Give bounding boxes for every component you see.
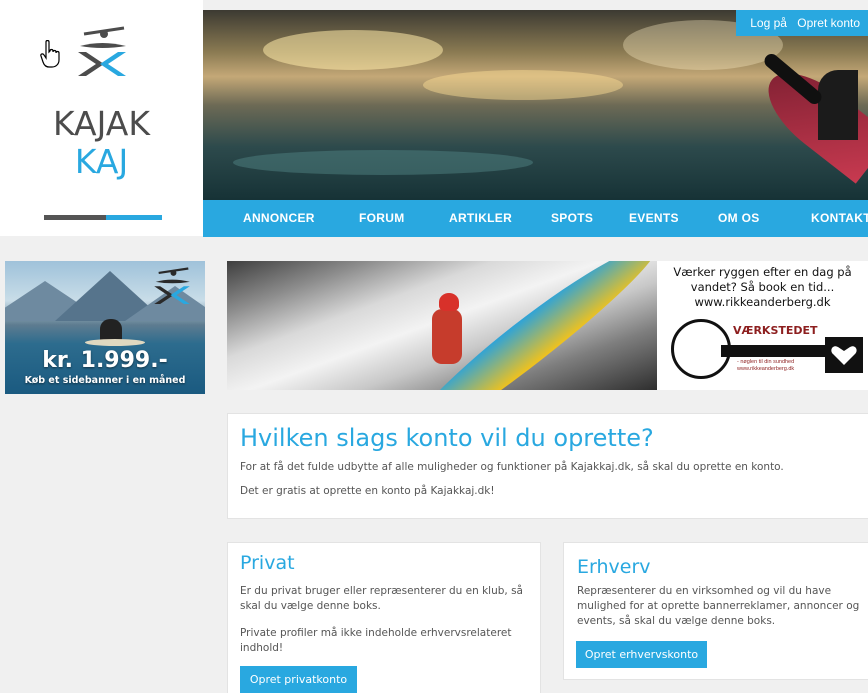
kayaker-logo-icon xyxy=(78,26,126,76)
logo-text-kaj: KAJ xyxy=(74,142,129,181)
banner-subtitle: Køb et sidebanner i en måned xyxy=(24,375,186,386)
private-note: Private profiler må ikke indeholde erhve… xyxy=(240,627,512,654)
login-link[interactable]: Log på xyxy=(750,16,787,30)
ad-brand: VÆRKSTEDET xyxy=(733,324,818,337)
nav-item-kontakt[interactable]: KONTAKT xyxy=(811,200,868,237)
nav-item-annoncer[interactable]: ANNONCER xyxy=(243,200,315,237)
intro-paragraph-1: For at få det fulde udbytte af alle muli… xyxy=(240,461,784,473)
business-description: Repræsenterer du en virksomhed og vil du… xyxy=(577,585,860,627)
business-account-card: Erhverv Repræsenterer du en virksomhed o… xyxy=(563,542,868,680)
private-description: Er du privat bruger eller repræsenterer … xyxy=(240,585,523,612)
register-link[interactable]: Opret konto xyxy=(797,16,860,30)
nav-item-om-os[interactable]: OM OS xyxy=(718,200,760,237)
kayaker-logo-icon xyxy=(154,267,190,305)
private-title: Privat xyxy=(240,552,295,574)
create-private-account-button[interactable]: Opret privatkonto xyxy=(240,666,357,693)
logo-underline-blue xyxy=(106,215,162,220)
logo-underline-dark xyxy=(44,215,106,220)
nav-item-artikler[interactable]: ARTIKLER xyxy=(449,200,512,237)
site-logo[interactable]: KAJAK KAJ xyxy=(0,0,203,236)
create-business-account-button[interactable]: Opret erhvervskonto xyxy=(576,641,707,668)
side-banner-ad[interactable]: kr. 1.999.- Køb et sidebanner i en måned xyxy=(5,261,205,394)
banner-price: kr. 1.999.- xyxy=(42,348,168,373)
business-title: Erhverv xyxy=(577,556,651,578)
account-type-intro: Hvilken slags konto vil du oprette? For … xyxy=(227,413,868,519)
auth-links: Log på Opret konto xyxy=(736,10,868,36)
main-nav: ANNONCER FORUM ARTIKLER SPOTS EVENTS OM … xyxy=(203,200,868,237)
page-title: Hvilken slags konto vil du oprette? xyxy=(240,424,654,452)
nav-item-forum[interactable]: FORUM xyxy=(359,200,405,237)
ad-line-3: www.rikkeanderberg.dk xyxy=(694,295,831,309)
ad-line-1: Værker ryggen efter en dag på xyxy=(673,265,852,279)
ad-small-text: - nøglen til din sundhed www.rikkeanderb… xyxy=(737,359,795,372)
nav-item-events[interactable]: EVENTS xyxy=(629,200,679,237)
hero-image xyxy=(203,10,868,200)
ad-line-2: vandet? Så book en tid... xyxy=(690,280,835,294)
private-account-card: Privat Er du privat bruger eller repræse… xyxy=(227,542,541,693)
intro-paragraph-2: Det er gratis at oprette en konto på Kaj… xyxy=(240,485,495,497)
kayak-waterfall-banner[interactable] xyxy=(227,261,657,390)
heart-icon xyxy=(825,337,863,373)
hand-cursor-icon xyxy=(40,40,60,68)
vaerkstedet-ad[interactable]: Værker ryggen efter en dag på vandet? Så… xyxy=(657,261,868,390)
logo-text-kajak: KAJAK xyxy=(52,104,150,143)
nav-item-spots[interactable]: SPOTS xyxy=(551,200,593,237)
